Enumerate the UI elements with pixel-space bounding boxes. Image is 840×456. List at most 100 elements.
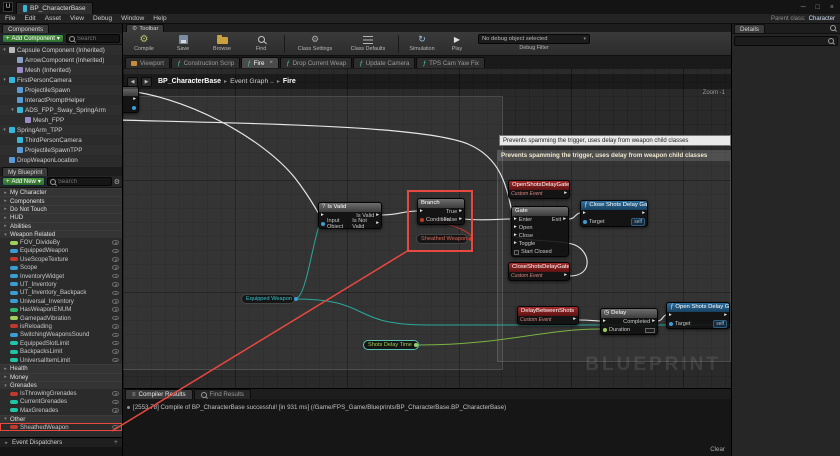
bre adcrumb-fire[interactable]: Fire xyxy=(283,78,296,85)
visibility-eye-icon[interactable] xyxy=(112,249,119,254)
pin-row[interactable]: ▸Completed▸ xyxy=(601,318,657,326)
pin-row[interactable]: Custom Event▸ xyxy=(509,272,569,280)
maximize-button[interactable]: □ xyxy=(816,4,820,11)
visibility-eye-icon[interactable] xyxy=(112,291,119,296)
exec-out-pin[interactable]: ▸ xyxy=(652,319,655,325)
variable-row[interactable]: UT_Inventory_Backpack xyxy=(0,289,122,297)
category-my-character[interactable]: My Character xyxy=(0,188,122,196)
pin-row[interactable] xyxy=(123,104,138,112)
class-defaults-button[interactable]: Class Defaults xyxy=(345,34,391,52)
pin-row[interactable]: ▸Open xyxy=(512,224,568,232)
node-delay[interactable]: ◷Delay ▸Completed▸ Duration xyxy=(600,308,658,335)
exec-out-pin[interactable]: ▸ xyxy=(459,217,462,223)
category-do-not-touch[interactable]: Do Not Touch xyxy=(0,205,122,213)
add-component-button[interactable]: +Add Component▾ xyxy=(2,34,64,43)
pin-row[interactable]: ▸Toggle xyxy=(512,240,568,248)
exec-in-pin[interactable]: ▸ xyxy=(514,241,517,247)
event-graph-canvas[interactable]: Prevents spamming the trigger, uses dela… xyxy=(123,68,731,388)
variable-row[interactable]: UT_Inventory xyxy=(0,280,122,288)
tab-tps-cam-yaw-fix[interactable]: ƒTPS Cam Yaw Fix xyxy=(416,57,485,68)
expand-icon[interactable] xyxy=(3,416,8,422)
compiler-log-line[interactable]: [2553.78] Compile of BP_CharacterBase su… xyxy=(123,399,731,416)
category-components[interactable]: Components xyxy=(0,196,122,204)
pin-row[interactable]: Duration xyxy=(601,326,657,334)
getter-shots-delay-time[interactable]: Shots Delay Time xyxy=(363,340,419,350)
node-open-shots-delay-gate-call[interactable]: ƒOpen Shots Delay Gate ▸▸ Targetself xyxy=(666,302,730,329)
exec-out-pin[interactable]: ▸ xyxy=(573,317,576,323)
variable-row[interactable]: SwitchingWeaponsSound xyxy=(0,331,122,339)
object-pin[interactable] xyxy=(669,322,673,326)
component-row[interactable]: ArrowComponent (Inherited) xyxy=(0,55,122,65)
node-close-shots-delay-gate-call[interactable]: ƒClose Shots Delay Gate ▸▸ Targetself xyxy=(580,200,648,227)
category-weapon-related[interactable]: Weapon Related xyxy=(0,230,122,238)
component-row[interactable]: Mesh_FPP xyxy=(0,115,122,125)
components-search-input[interactable] xyxy=(77,36,117,42)
component-row[interactable]: SpringArm_TPP xyxy=(0,125,122,135)
breadcrumb-root[interactable]: BP_CharacterBase xyxy=(158,78,221,85)
category-grenades[interactable]: Grenades xyxy=(0,381,122,389)
simulation-button[interactable]: ↻Simulation xyxy=(406,34,438,52)
menu-asset[interactable]: Asset xyxy=(45,15,61,22)
component-row[interactable]: ThirdPersonCamera xyxy=(0,135,122,145)
expand-icon[interactable] xyxy=(3,223,8,229)
expand-icon[interactable] xyxy=(3,374,8,380)
tab-toolbar[interactable]: ⚙Toolbar xyxy=(126,24,164,32)
search-icon[interactable] xyxy=(830,25,836,31)
components-search[interactable] xyxy=(66,34,120,43)
browse-button[interactable]: Browse xyxy=(206,34,238,52)
object-pin[interactable] xyxy=(321,222,325,226)
pin-row[interactable]: Input ObjectIs Not Valid▸ xyxy=(319,220,381,228)
getter-sheathed-weapon[interactable]: Sheathed Weapon xyxy=(416,234,468,244)
visibility-eye-icon[interactable] xyxy=(112,391,119,396)
component-row[interactable]: ProjectileSpawnTPP xyxy=(0,145,122,155)
exec-in-pin[interactable]: ▸ xyxy=(603,319,606,325)
exec-out-pin[interactable]: ▸ xyxy=(642,211,645,217)
menu-edit[interactable]: Edit xyxy=(24,15,35,22)
visibility-eye-icon[interactable] xyxy=(112,324,119,329)
variable-row[interactable]: HasWeaponENUM xyxy=(0,305,122,313)
expand-icon[interactable] xyxy=(10,107,15,113)
exec-in-pin[interactable]: ▸ xyxy=(514,225,517,231)
component-row[interactable]: FirstPersonCamera xyxy=(0,75,122,85)
debug-object-dropdown[interactable]: No debug object selected▾ xyxy=(478,34,590,44)
filter-gear-icon[interactable]: ⚙ xyxy=(114,178,120,186)
variable-row[interactable]: EquippedWeapon xyxy=(0,247,122,255)
exec-in-pin[interactable]: ▸ xyxy=(514,233,517,239)
node-is-valid[interactable]: ?Is Valid ▸Is Valid▸ Input ObjectIs Not … xyxy=(318,202,382,229)
tab-construction-script[interactable]: ƒConstruction Scrip xyxy=(171,57,240,68)
component-row[interactable]: ProjectileSpawn xyxy=(0,85,122,95)
expand-icon[interactable] xyxy=(2,127,7,133)
pin-row[interactable]: Custom Event▸ xyxy=(509,190,569,198)
category-health[interactable]: Health xyxy=(0,364,122,372)
node-open-shots-delay-gate-event[interactable]: OpenShotsDelayGate Custom Event▸ xyxy=(508,180,570,199)
tab-fire[interactable]: ƒFire× xyxy=(241,57,279,68)
exec-out-pin[interactable]: ▸ xyxy=(564,191,567,197)
breadcrumb-event-graph[interactable]: Event Graph .. xyxy=(230,78,274,85)
exec-out-pin[interactable]: ▸ xyxy=(563,217,566,223)
exec-out-pin[interactable]: ▸ xyxy=(724,313,727,319)
variable-row[interactable]: InventoryWidget xyxy=(0,272,122,280)
node-delay-between-shots-event[interactable]: DelayBetweenShots Custom Event▸ xyxy=(517,306,579,325)
pin-row[interactable]: ▸▸ xyxy=(581,210,647,218)
expand-icon[interactable] xyxy=(3,232,8,238)
variable-row[interactable]: isReloading xyxy=(0,322,122,330)
visibility-eye-icon[interactable] xyxy=(112,282,119,287)
exec-out-pin[interactable]: ▸ xyxy=(459,209,462,215)
expand-icon[interactable] xyxy=(2,47,7,53)
find-button[interactable]: Find xyxy=(245,34,277,52)
exec-in-pin[interactable]: ▸ xyxy=(669,313,672,319)
plus-icon[interactable]: + xyxy=(114,439,118,446)
variable-row[interactable]: CurrentGrenades xyxy=(0,398,122,406)
category-money[interactable]: Money xyxy=(0,373,122,381)
tab-details[interactable]: Details xyxy=(734,24,765,33)
visibility-eye-icon[interactable] xyxy=(112,333,119,338)
visibility-eye-icon[interactable] xyxy=(112,307,119,312)
expand-icon[interactable] xyxy=(3,215,8,221)
pin-row[interactable]: Start Closed xyxy=(512,248,568,256)
expand-icon[interactable] xyxy=(3,206,8,212)
visibility-eye-icon[interactable] xyxy=(112,400,119,405)
float-pin[interactable] xyxy=(414,343,418,347)
tab-update-camera[interactable]: ƒUpdate Camera xyxy=(353,57,415,68)
close-tab-icon[interactable]: × xyxy=(269,60,273,66)
component-row[interactable]: DropWeaponLocation xyxy=(0,155,122,165)
